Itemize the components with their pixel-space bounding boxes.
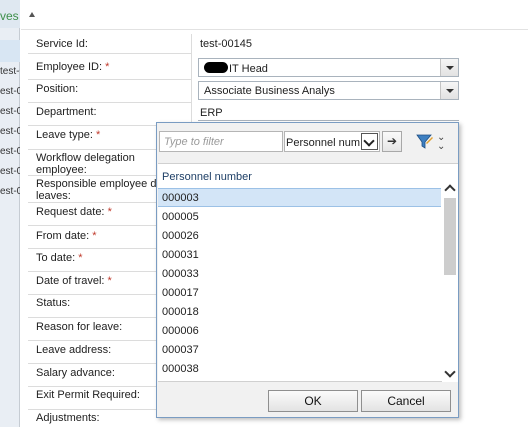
personnel-lookup-popup: Personnel num ➔ ⌄⌄ Personnel number 0000… bbox=[156, 122, 459, 418]
scroll-up-icon[interactable] bbox=[444, 182, 456, 194]
required-marker: * bbox=[92, 230, 97, 242]
service-id-value: test-00145 bbox=[200, 38, 252, 50]
list-item[interactable]: 000017 bbox=[158, 284, 441, 303]
field-label: Workflow delegation employee: bbox=[36, 152, 135, 176]
cancel-button[interactable]: Cancel bbox=[361, 390, 451, 412]
department-value: ERP bbox=[200, 107, 223, 119]
list-item[interactable]: 000026 bbox=[158, 227, 441, 246]
filter-field-value: Personnel num bbox=[286, 137, 360, 149]
field-row-service-id: Service Id: bbox=[28, 34, 191, 54]
popup-footer: OK Cancel bbox=[157, 384, 458, 417]
required-marker: * bbox=[107, 206, 112, 218]
redaction-mark bbox=[204, 62, 228, 73]
personnel-list: Personnel number 000003 000005 000026 00… bbox=[158, 163, 458, 382]
list-item[interactable]: 000031 bbox=[158, 246, 441, 265]
records-list-row[interactable]: est-0 bbox=[0, 126, 20, 137]
field-row-position: Position: bbox=[28, 80, 191, 103]
field-row-employee-id: Employee ID: * bbox=[28, 57, 191, 80]
more-options-icon[interactable]: ⌄ ⌄ bbox=[437, 133, 445, 152]
position-value: Associate Business Analys bbox=[204, 85, 335, 97]
records-list-selection bbox=[0, 40, 20, 62]
filter-box[interactable] bbox=[159, 131, 283, 152]
records-list-row[interactable]: test-0 bbox=[0, 66, 20, 77]
field-label: Status: bbox=[36, 297, 71, 309]
employee-id-field[interactable]: IT Head bbox=[198, 58, 459, 77]
field-label: Service Id: bbox=[36, 38, 88, 50]
list-item[interactable]: 000033 bbox=[158, 265, 441, 284]
department-field-border bbox=[198, 120, 459, 121]
records-list-row[interactable]: est-0 bbox=[0, 106, 20, 117]
scroll-thumb[interactable] bbox=[444, 198, 456, 275]
chevron-down-icon[interactable] bbox=[361, 133, 378, 150]
advanced-filter-icon[interactable] bbox=[415, 133, 435, 151]
dropdown-arrow-icon[interactable] bbox=[440, 82, 458, 99]
field-label: Employee ID: * bbox=[36, 61, 110, 73]
required-marker: * bbox=[107, 275, 112, 287]
collapse-icon[interactable] bbox=[29, 12, 35, 17]
field-label: From date: * bbox=[36, 230, 97, 242]
required-marker: * bbox=[105, 61, 110, 73]
records-list-pane bbox=[0, 0, 20, 427]
dropdown-arrow-icon[interactable] bbox=[440, 59, 458, 76]
records-list-row[interactable]: est-0 bbox=[0, 166, 20, 177]
field-label: Department: bbox=[36, 106, 97, 118]
field-label: Date of travel: * bbox=[36, 275, 112, 287]
field-label: Request date: * bbox=[36, 206, 112, 218]
form-header bbox=[21, 0, 528, 30]
list-item[interactable]: 000038 bbox=[158, 360, 441, 379]
records-list-title: ves bbox=[0, 0, 20, 28]
records-list-row[interactable]: est-0 bbox=[0, 186, 20, 197]
ok-button[interactable]: OK bbox=[268, 390, 358, 412]
field-label: Leave address: bbox=[36, 344, 112, 356]
vertical-scrollbar[interactable] bbox=[442, 179, 458, 382]
position-field[interactable]: Associate Business Analys bbox=[198, 81, 459, 100]
filter-field-select[interactable]: Personnel num bbox=[284, 131, 380, 152]
field-label: Leave type: * bbox=[36, 129, 101, 141]
filter-input[interactable] bbox=[160, 132, 282, 151]
label-divider bbox=[191, 34, 192, 124]
records-list-row[interactable]: est-0 bbox=[0, 146, 20, 157]
field-label: To date: * bbox=[36, 252, 83, 264]
field-label: Position: bbox=[36, 83, 79, 95]
list-item[interactable]: 000006 bbox=[158, 322, 441, 341]
field-label: Reason for leave: bbox=[36, 321, 123, 333]
apply-filter-button[interactable]: ➔ bbox=[382, 131, 402, 152]
required-marker: * bbox=[95, 129, 101, 141]
field-label: Exit Permit Required: bbox=[36, 389, 140, 401]
list-item[interactable]: 000005 bbox=[158, 208, 441, 227]
required-marker: * bbox=[78, 252, 83, 264]
scroll-down-icon[interactable] bbox=[444, 367, 456, 379]
list-item[interactable]: 000018 bbox=[158, 303, 441, 322]
employee-id-value: IT Head bbox=[229, 63, 268, 75]
field-label: Salary advance: bbox=[36, 367, 115, 379]
list-item-selected[interactable]: 000003 bbox=[158, 188, 441, 207]
column-header-personnel-number[interactable]: Personnel number bbox=[162, 171, 252, 183]
list-item[interactable]: 000037 bbox=[158, 341, 441, 360]
field-label: Adjustments: bbox=[36, 412, 100, 424]
records-list-row[interactable]: est-0 bbox=[0, 86, 20, 97]
